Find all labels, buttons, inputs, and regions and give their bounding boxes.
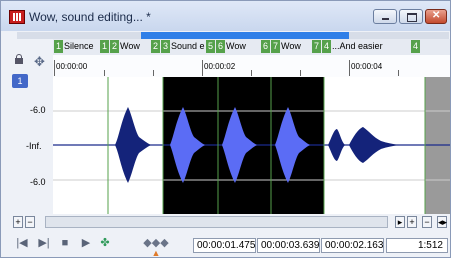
zoom-in-vertical-button[interactable]: + [13, 216, 23, 228]
marker-number[interactable]: 6 [261, 40, 271, 53]
time-ruler[interactable]: 00:00:00 00:00:02 00:00:04 [53, 55, 450, 78]
marker-label: Wow [120, 41, 140, 51]
marker-number[interactable]: 3 [161, 40, 171, 53]
ruler-label: 00:00:00 [56, 62, 88, 71]
close-button[interactable] [425, 9, 447, 24]
marker-label: Sound e [171, 41, 205, 51]
ruler-tick [398, 70, 399, 76]
stop-button[interactable]: ■ [59, 236, 71, 250]
marker-end[interactable]: 4 [411, 40, 421, 53]
overview-selection[interactable] [141, 32, 349, 39]
db-label: -Inf. [26, 141, 42, 151]
transport-bar: |◀ ▶| ■ ▶ ✤ ◆◆◆ ▲ 00:00:01.475 00:00:03.… [1, 232, 450, 258]
lock-icon[interactable] [15, 54, 23, 66]
zoom-toggle-button[interactable]: ◂▸ [437, 216, 447, 228]
marker-number[interactable]: 4 [411, 40, 421, 53]
marker-number[interactable]: 2 [151, 40, 161, 53]
scroll-right-button[interactable]: ▸ [395, 216, 405, 228]
ruler-tick [202, 60, 203, 76]
marker-number[interactable]: 6 [216, 40, 226, 53]
horizontal-scroll-row: + − ▸ + − ◂▸ [13, 216, 450, 230]
marker-number[interactable]: 2 [110, 40, 120, 53]
go-to-end-button[interactable]: ▶| [37, 236, 51, 250]
sound-editor-window: Wow, sound editing... * 1 Silence 1 2 Wo… [0, 0, 451, 258]
marker-silence[interactable]: 1 Silence [54, 40, 94, 53]
zoom-out-horizontal-button[interactable]: − [422, 216, 432, 228]
marker-number[interactable]: 5 [206, 40, 216, 53]
marker-strip[interactable]: 1 Silence 1 2 Wow 2 3 Sound e 5 6 Wow 6 … [53, 39, 450, 55]
title-bar[interactable]: Wow, sound editing... * [1, 1, 450, 31]
ruler-label: 00:00:04 [351, 62, 383, 71]
overview-bar[interactable] [17, 32, 449, 39]
audio-app-icon [9, 10, 25, 24]
selection-end-field[interactable]: 00:00:03.639 [257, 238, 320, 253]
ruler-tick [104, 70, 105, 76]
selection-start-field[interactable]: 00:00:01.475 [193, 238, 256, 253]
ruler-label: 00:00:02 [204, 62, 236, 71]
marker-and-easier[interactable]: 7 4 ...And easier [312, 40, 383, 53]
marker-wow-3[interactable]: 6 7 Wow [261, 40, 301, 53]
play-looped-button[interactable]: ✤ [97, 236, 113, 250]
zoom-out-vertical-button[interactable]: − [25, 216, 35, 228]
waveform-view[interactable] [53, 77, 450, 214]
marker-wow-2[interactable]: 5 6 Wow [206, 40, 246, 53]
db-label: -6.0 [30, 177, 46, 187]
horizontal-scrollbar[interactable] [45, 216, 388, 228]
marker-label: ...And easier [332, 41, 383, 51]
marker-wow-1[interactable]: 1 2 Wow [100, 40, 140, 53]
ruler-tick [153, 70, 154, 76]
marker-label: Wow [226, 41, 246, 51]
window-title: Wow, sound editing... * [29, 10, 151, 24]
ruler-tick [349, 60, 350, 76]
marker-number[interactable]: 7 [271, 40, 281, 53]
go-to-start-button[interactable]: |◀ [15, 236, 29, 250]
snap-icon[interactable]: ✥ [34, 55, 45, 68]
ruler-tick [54, 60, 55, 76]
ruler-tick [300, 70, 301, 76]
ruler-tick [251, 70, 252, 76]
marker-number[interactable]: 1 [54, 40, 64, 53]
zoom-in-horizontal-button[interactable]: + [407, 216, 417, 228]
marker-sound-editing[interactable]: 2 3 Sound e [151, 40, 205, 53]
zoom-ratio-field[interactable]: 1:512 [386, 238, 448, 253]
channel-number[interactable]: 1 [12, 74, 28, 88]
marker-label: Wow [281, 41, 301, 51]
maximize-button[interactable] [399, 9, 423, 24]
db-label: -6.0 [30, 105, 46, 115]
minimize-button[interactable] [373, 9, 397, 24]
marker-number[interactable]: 1 [100, 40, 110, 53]
play-button[interactable]: ▶ [79, 236, 93, 250]
marker-number[interactable]: 4 [322, 40, 332, 53]
marker-number[interactable]: 7 [312, 40, 322, 53]
selection-length-field[interactable]: 00:00:02.163 [321, 238, 384, 253]
marker-label: Silence [64, 41, 94, 51]
